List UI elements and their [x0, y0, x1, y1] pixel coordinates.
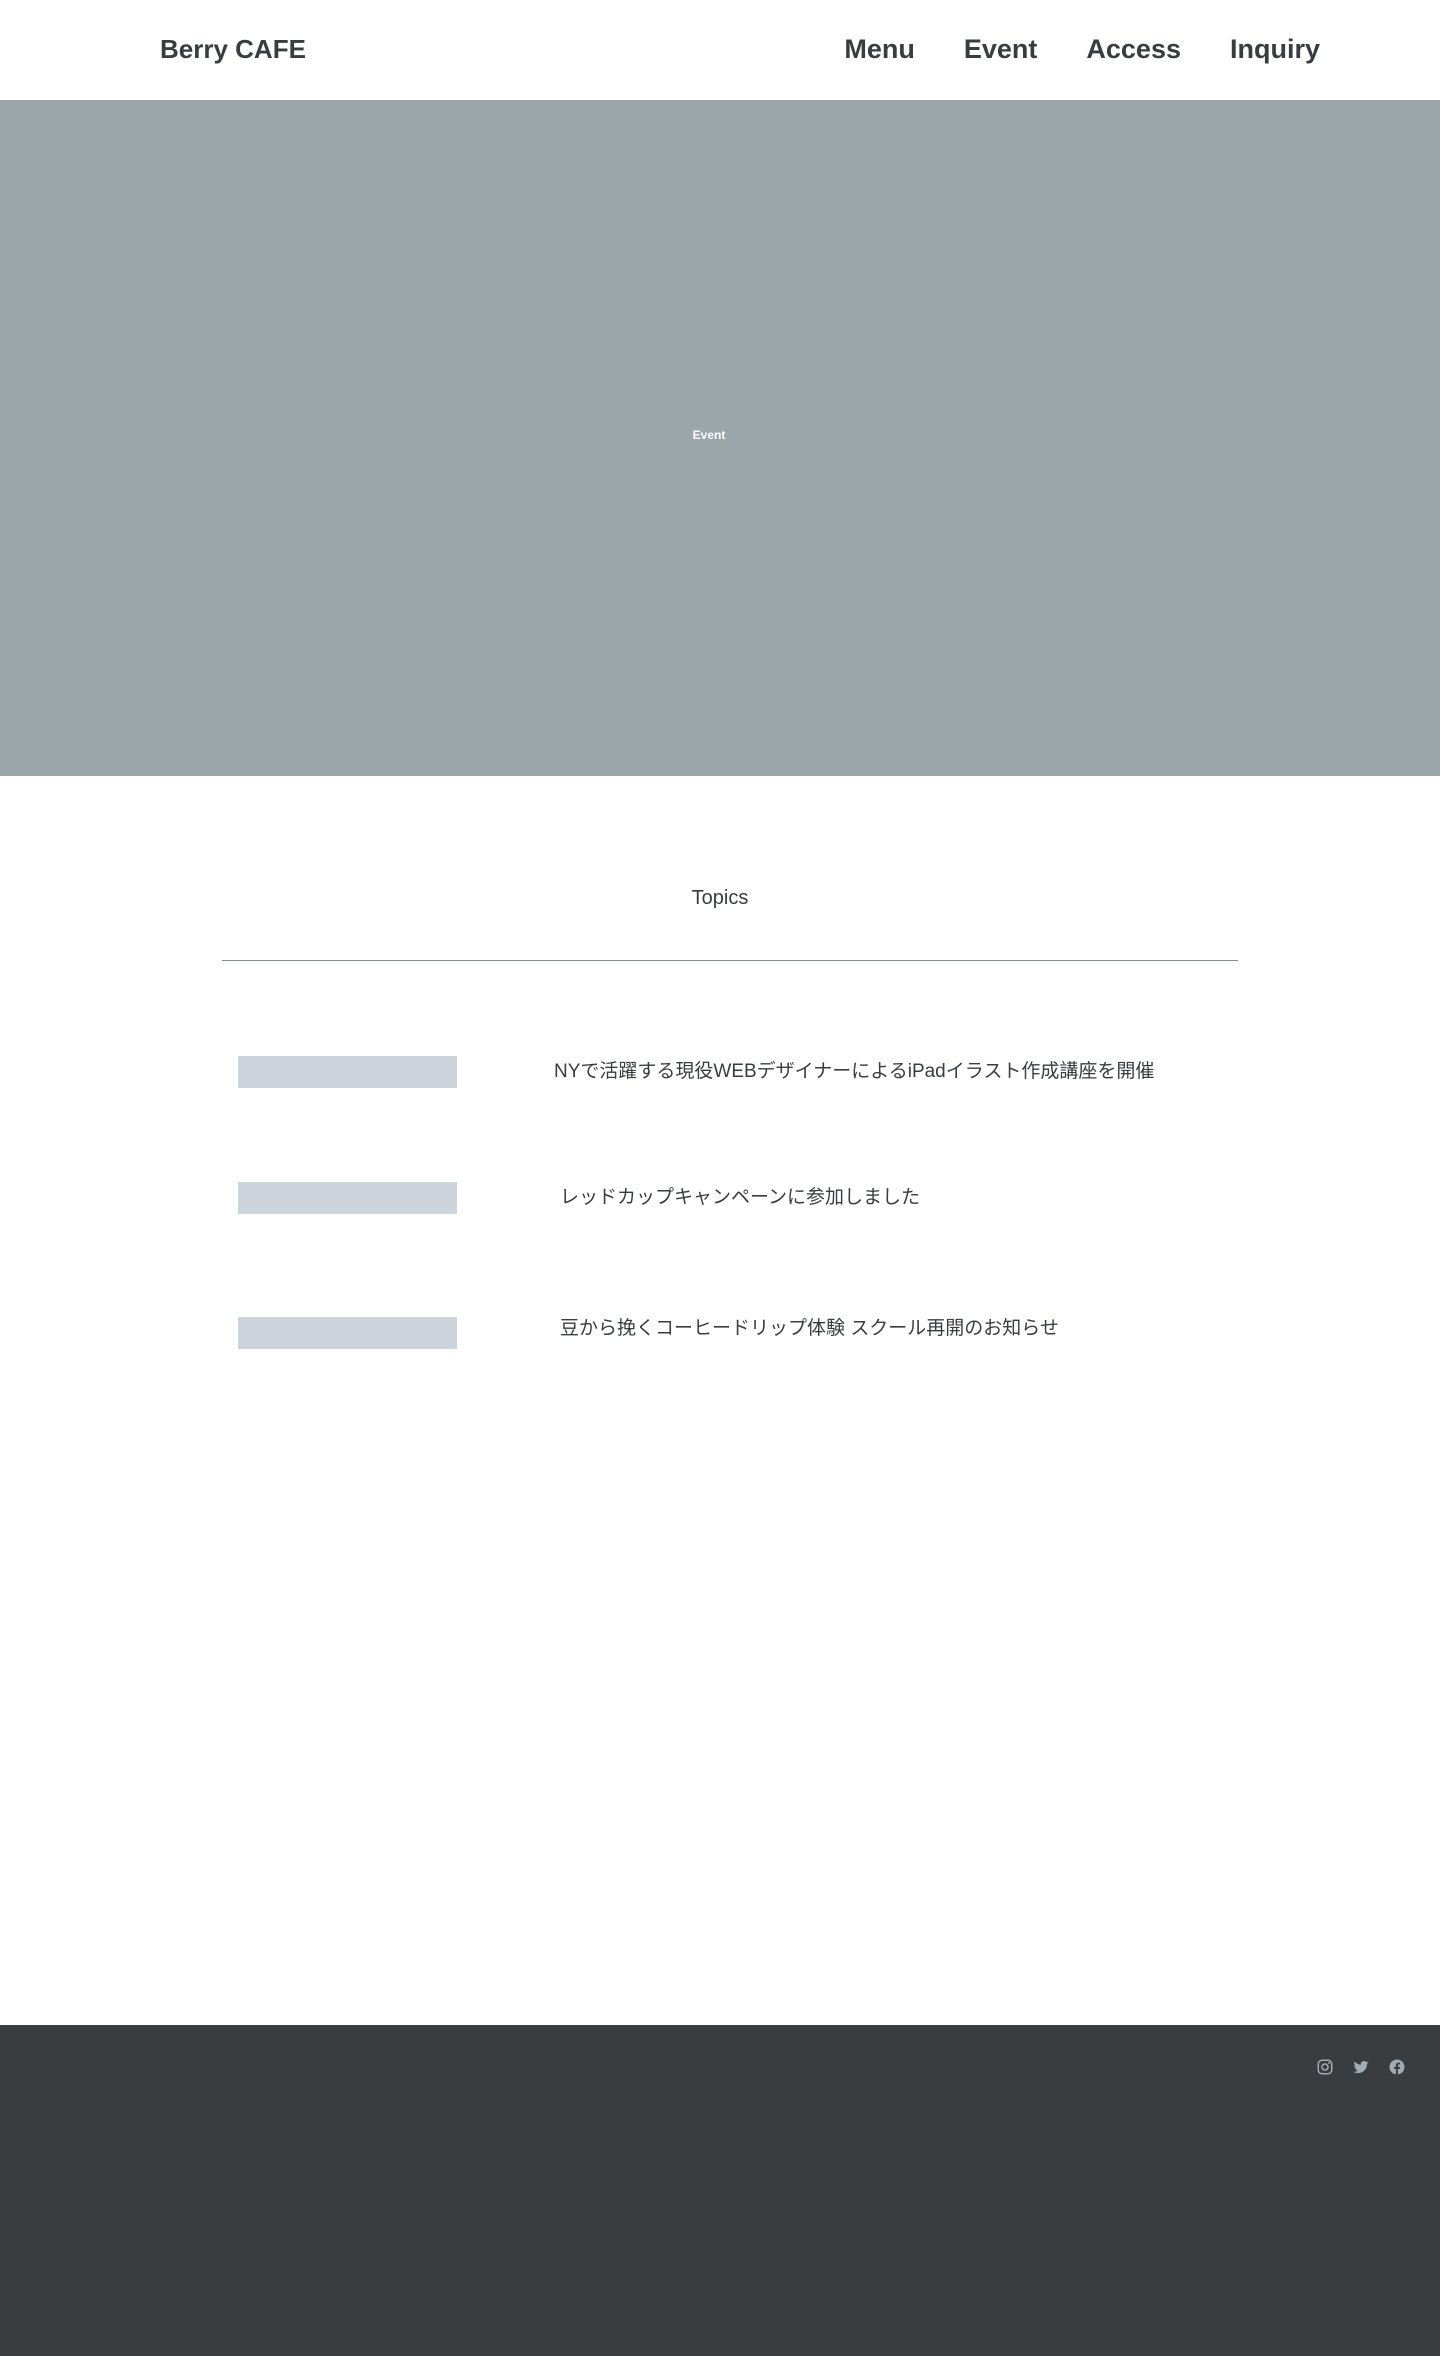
topics-title: Topics — [691, 887, 749, 909]
hero-label: Event — [692, 428, 726, 442]
instagram-icon[interactable] — [1316, 2058, 1334, 2076]
site-header: Berry CAFE Menu Event Access Inquiry — [0, 0, 1440, 100]
site-footer — [0, 2025, 1440, 2356]
topic-title[interactable]: NYで活躍する現役WEBデザイナーによるiPadイラスト作成講座を開催 — [554, 1059, 1154, 1085]
nav-link-access[interactable]: Access — [1086, 31, 1181, 67]
topic-thumbnail — [238, 1182, 457, 1214]
nav-link-menu[interactable]: Menu — [844, 31, 915, 67]
topic-title[interactable]: レッドカップキャンペーンに参加しました — [560, 1185, 920, 1211]
nav-link-event[interactable]: Event — [964, 31, 1038, 67]
hero-banner: Event — [0, 100, 1440, 776]
topic-item[interactable]: NYで活躍する現役WEBデザイナーによるiPadイラスト作成講座を開催 — [238, 1056, 1238, 1096]
site-logo[interactable]: Berry CAFE — [160, 31, 306, 67]
twitter-icon[interactable] — [1352, 2058, 1370, 2076]
social-links — [1316, 2058, 1406, 2076]
topic-item[interactable]: レッドカップキャンペーンに参加しました — [238, 1182, 1238, 1222]
topic-title[interactable]: 豆から挽くコーヒードリップ体験 スクール再開のお知らせ — [560, 1316, 1059, 1342]
facebook-icon[interactable] — [1388, 2058, 1406, 2076]
nav-link-inquiry[interactable]: Inquiry — [1230, 31, 1320, 67]
main-nav: Menu Event Access Inquiry — [844, 31, 1320, 67]
topic-thumbnail — [238, 1317, 457, 1349]
topic-item[interactable]: 豆から挽くコーヒードリップ体験 スクール再開のお知らせ — [238, 1317, 1238, 1357]
topic-thumbnail — [238, 1056, 457, 1088]
topics-divider — [222, 960, 1238, 961]
